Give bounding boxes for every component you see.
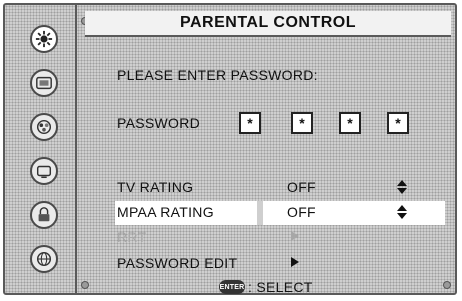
tv-icon[interactable] <box>30 157 58 185</box>
password-digit-3[interactable]: * <box>339 112 361 134</box>
right-arrow-icon[interactable] <box>291 257 299 267</box>
globe-icon[interactable] <box>30 245 58 273</box>
lock-icon[interactable] <box>30 201 58 229</box>
page-title: PARENTAL CONTROL <box>180 14 356 31</box>
picture-icon[interactable] <box>30 69 58 97</box>
mpaa-rating-value[interactable]: OFF <box>287 204 316 220</box>
tv-menu-screen: PARENTAL CONTROL PLEASE ENTER PASSWORD: … <box>3 3 457 295</box>
password-digit-2[interactable]: * <box>291 112 313 134</box>
mpaa-rating-label[interactable]: MPAA RATING <box>117 204 214 220</box>
password-digit-1[interactable]: * <box>239 112 261 134</box>
updown-icon[interactable] <box>397 205 407 219</box>
enter-key-icon: ENTER <box>219 280 245 294</box>
rrt-label: RRT <box>117 229 147 245</box>
settings-icon[interactable] <box>30 25 58 53</box>
password-digit-4[interactable]: * <box>387 112 409 134</box>
corner-screw <box>443 281 451 289</box>
audio-icon[interactable] <box>30 113 58 141</box>
password-label: PASSWORD <box>117 115 201 131</box>
password-prompt: PLEASE ENTER PASSWORD: <box>117 67 318 83</box>
footer-hint: : SELECT <box>248 279 313 295</box>
sidebar-divider <box>75 5 77 293</box>
tv-rating-label[interactable]: TV RATING <box>117 179 193 195</box>
tv-rating-value[interactable]: OFF <box>287 179 316 195</box>
corner-screw <box>81 281 89 289</box>
password-edit-label[interactable]: PASSWORD EDIT <box>117 255 237 271</box>
updown-icon[interactable] <box>397 180 407 194</box>
menu-title-bar: PARENTAL CONTROL <box>85 11 451 37</box>
menu-sidebar <box>9 9 71 289</box>
right-arrow-icon <box>291 231 299 241</box>
